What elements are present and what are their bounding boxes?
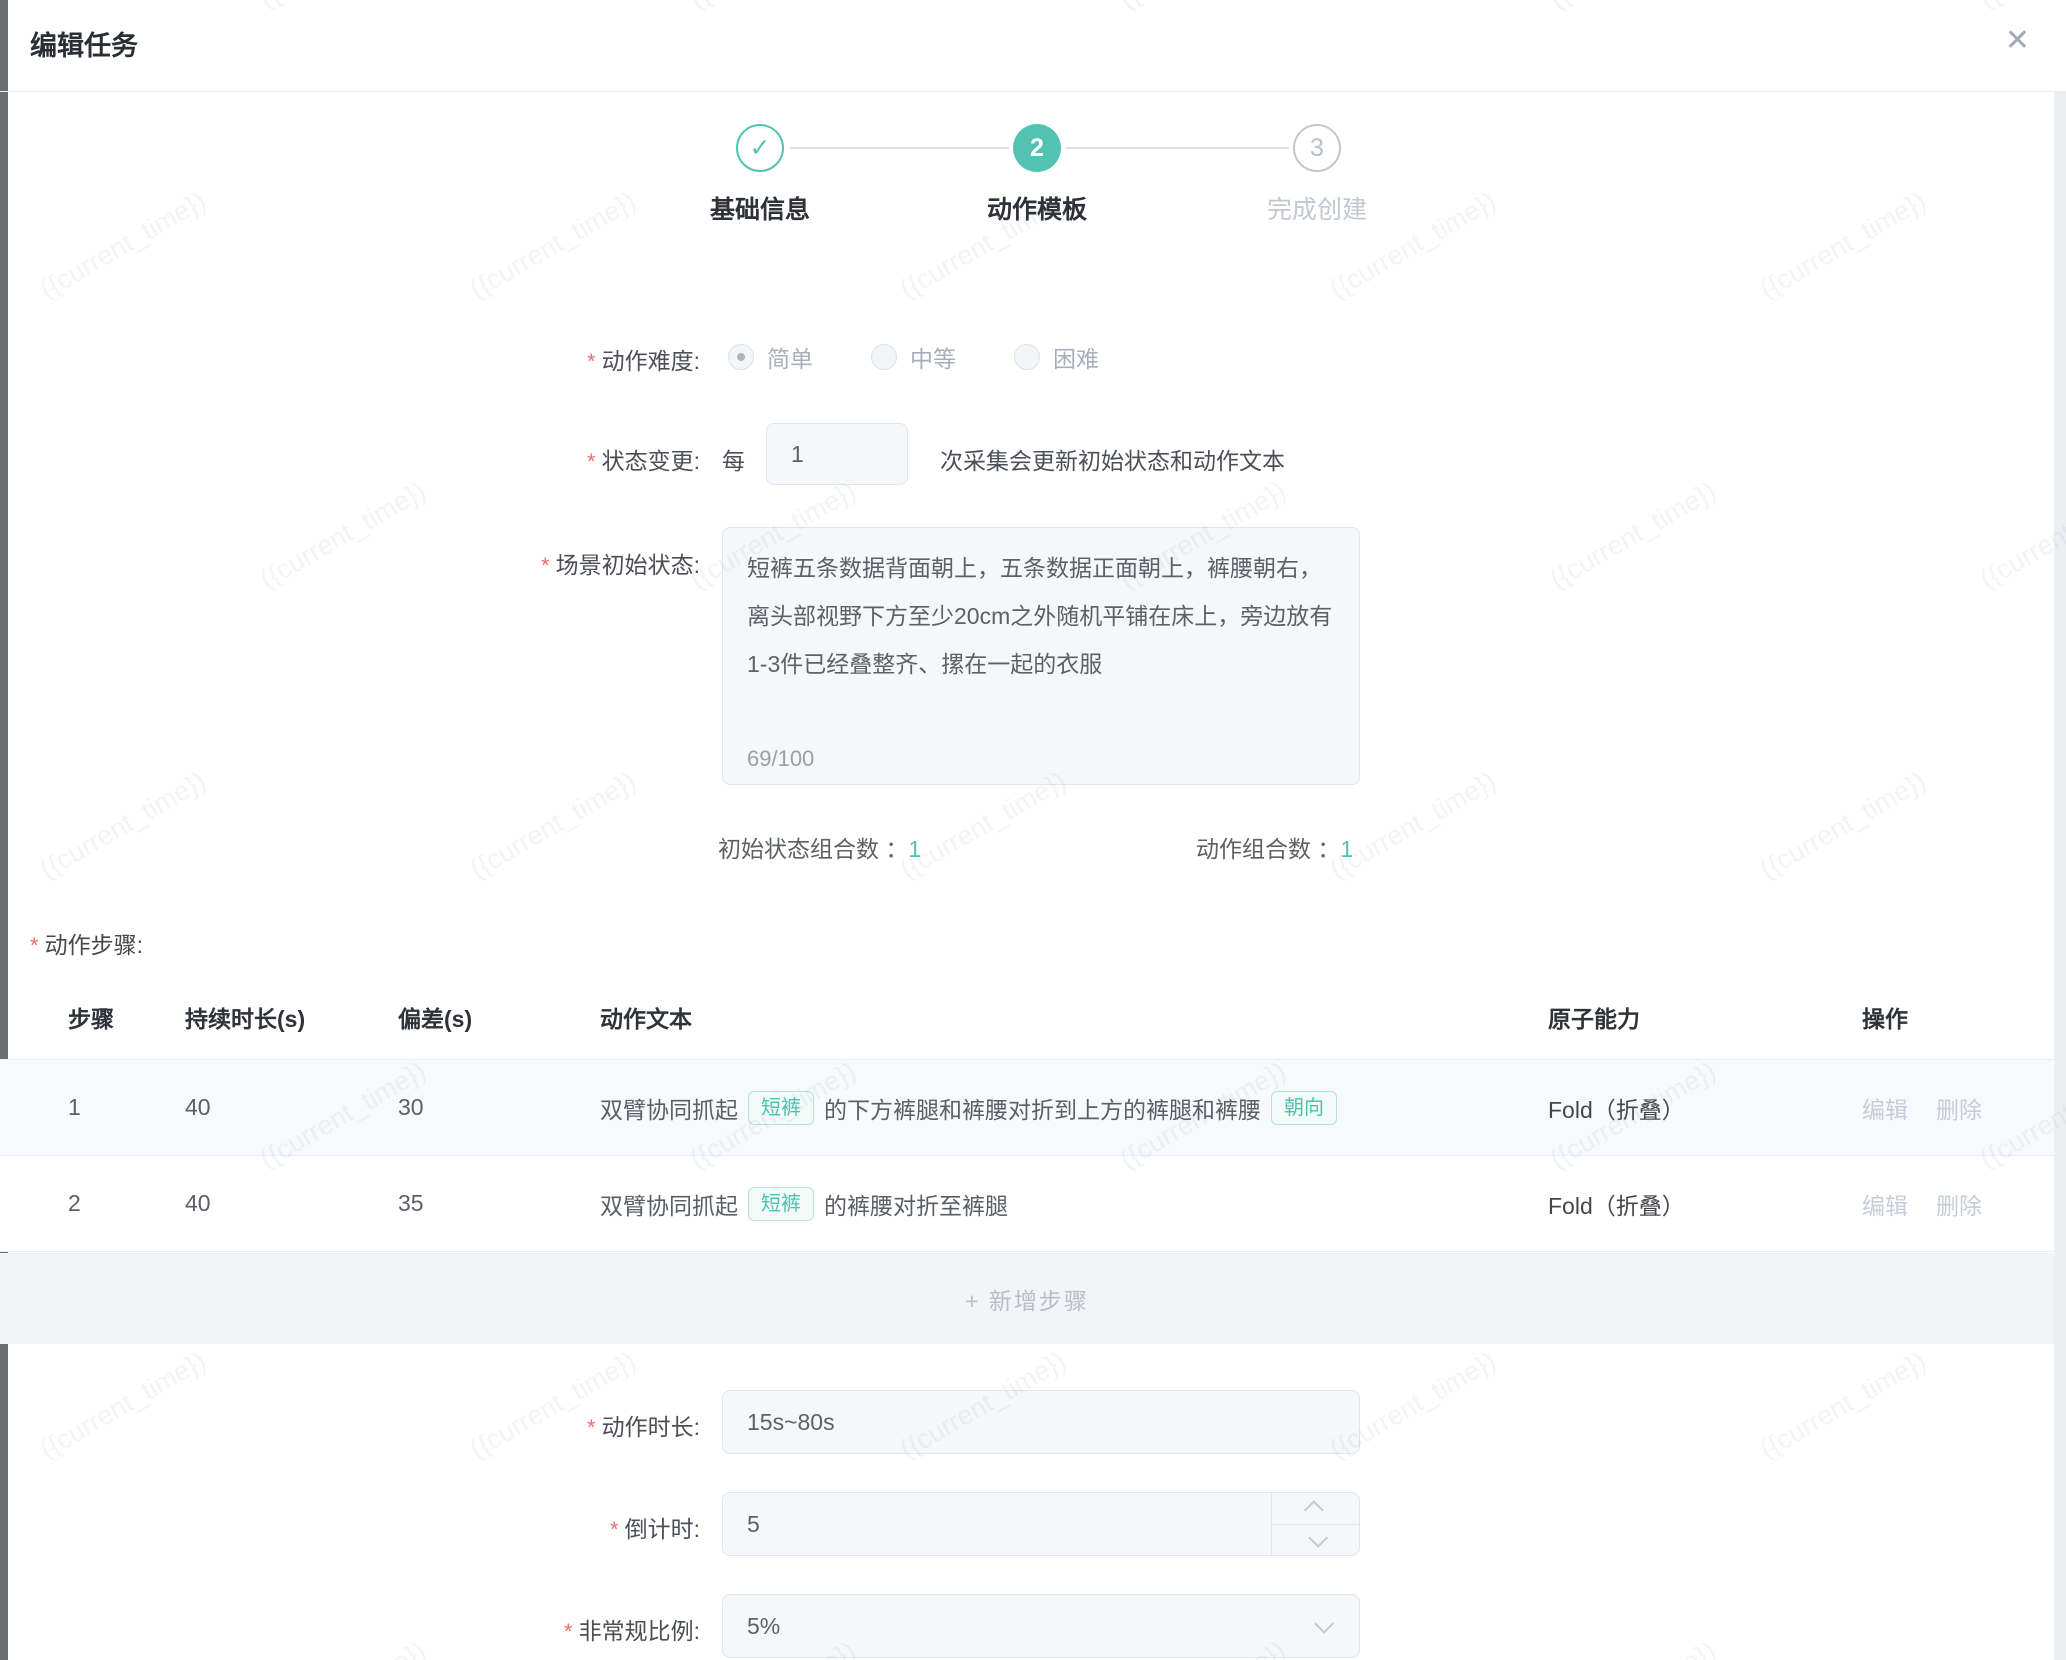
page-edge-strip: [0, 0, 8, 1660]
action-text-segment: 的裤腰对折至裤腿: [824, 1187, 1008, 1221]
edit-link[interactable]: 编辑: [1862, 1187, 1908, 1221]
stepper-up-button[interactable]: [1272, 1493, 1359, 1525]
required-marker: *: [587, 1415, 596, 1440]
stepper-down-button[interactable]: [1272, 1525, 1359, 1556]
unusual-ratio-select[interactable]: 5%: [722, 1594, 1360, 1658]
initial-state-label: *场景初始状态:: [40, 546, 700, 580]
delete-link[interactable]: 删除: [1936, 1091, 1982, 1125]
edit-task-dialog: ({current_time})({current_time})({curren…: [0, 0, 2066, 1660]
tab-step-finish: 完成创建: [1197, 190, 1437, 226]
page-title: 编辑任务: [30, 24, 138, 63]
state-change-label: *状态变更:: [40, 442, 700, 476]
step-connector: [1066, 147, 1289, 149]
required-marker: *: [541, 553, 550, 578]
add-step-row: + 新增步骤: [0, 1253, 2054, 1344]
step-2-badge: 2: [1013, 124, 1061, 172]
step-connector: [790, 147, 1009, 149]
scrollbar-track[interactable]: [2054, 92, 2066, 1660]
radio-label: 中等: [910, 340, 956, 374]
initial-combo-value: 1: [908, 836, 921, 862]
state-change-prefix: 每: [722, 442, 745, 476]
countdown-value: 5: [747, 1511, 760, 1538]
radio-label: 困难: [1053, 340, 1099, 374]
col-header-operations: 操作: [1862, 975, 1908, 1059]
radio-option-hard[interactable]: 困难: [1014, 340, 1099, 374]
tab-step-action-template[interactable]: 动作模板: [917, 190, 1157, 226]
cell-duration: 40: [185, 1060, 211, 1155]
tab-step-basic-info[interactable]: 基础信息: [640, 190, 880, 226]
cell-atomic-ability: Fold（折叠）: [1548, 1060, 1685, 1155]
action-tag: 短裤: [748, 1187, 814, 1221]
step-number: 2: [1030, 134, 1044, 163]
chevron-down-icon: [1314, 1614, 1334, 1634]
cell-atomic-ability: Fold（折叠）: [1548, 1156, 1685, 1251]
number-stepper: [1271, 1493, 1359, 1555]
required-marker: *: [564, 1619, 573, 1644]
action-text-segment: 双臂协同抓起: [600, 1091, 738, 1125]
delete-link[interactable]: 删除: [1936, 1187, 1982, 1221]
cell-step: 1: [68, 1060, 81, 1155]
cell-step: 2: [68, 1156, 81, 1251]
close-icon[interactable]: ✕: [2005, 26, 2030, 56]
col-header-step: 步骤: [68, 975, 114, 1059]
state-change-input[interactable]: 1: [766, 423, 908, 485]
radio-option-medium[interactable]: 中等: [871, 340, 956, 374]
char-counter: 69/100: [747, 746, 814, 772]
table-row: 1 40 30 双臂协同抓起 短裤 的下方裤腿和裤腰对折到上方的裤腿和裤腰 朝向…: [0, 1060, 2054, 1156]
chevron-up-icon: [1303, 1500, 1323, 1520]
state-change-value: 1: [791, 441, 804, 468]
action-text-segment: 双臂协同抓起: [600, 1187, 738, 1221]
difficulty-label: *动作难度:: [40, 342, 700, 376]
action-combo-value: 1: [1340, 836, 1353, 862]
required-marker: *: [30, 933, 39, 958]
col-header-ability: 原子能力: [1548, 975, 1640, 1059]
action-tag: 短裤: [748, 1091, 814, 1125]
cell-deviation: 30: [398, 1060, 424, 1155]
action-steps-label: *动作步骤:: [30, 926, 143, 960]
unusual-ratio-label: *非常规比例:: [40, 1612, 700, 1646]
step-1-check-icon: ✓: [736, 124, 784, 172]
col-header-deviation: 偏差(s): [398, 975, 472, 1059]
required-marker: *: [587, 449, 596, 474]
cell-action-text: 双臂协同抓起 短裤 的下方裤腿和裤腰对折到上方的裤腿和裤腰 朝向: [600, 1060, 1337, 1155]
radio-label: 简单: [767, 340, 813, 374]
action-combo-count: 动作组合数 ：1: [1196, 830, 1353, 864]
duration-input[interactable]: 15s~80s: [722, 1390, 1360, 1454]
duration-label: *动作时长:: [40, 1408, 700, 1442]
cell-operations: 编辑 删除: [1862, 1156, 1982, 1251]
chevron-down-icon: [1308, 1528, 1328, 1548]
step-3-badge: 3: [1293, 124, 1341, 172]
countdown-input[interactable]: 5: [722, 1492, 1360, 1556]
step-number: 3: [1310, 134, 1324, 163]
cell-duration: 40: [185, 1156, 211, 1251]
radio-option-easy[interactable]: 简单: [728, 340, 813, 374]
col-header-action-text: 动作文本: [600, 975, 692, 1059]
duration-value: 15s~80s: [747, 1409, 835, 1436]
cell-deviation: 35: [398, 1156, 424, 1251]
dialog-header: 编辑任务 ✕: [0, 0, 2066, 92]
radio-selected-icon[interactable]: [728, 344, 754, 370]
initial-state-text: 短裤五条数据背面朝上，五条数据正面朝上，裤腰朝右，离头部视野下方至少20cm之外…: [747, 555, 1332, 677]
action-text-segment: 的下方裤腿和裤腰对折到上方的裤腿和裤腰: [824, 1091, 1261, 1125]
radio-icon[interactable]: [1014, 344, 1040, 370]
initial-combo-count: 初始状态组合数 ：1: [718, 830, 921, 864]
cell-operations: 编辑 删除: [1862, 1060, 1982, 1155]
initial-state-textarea[interactable]: 短裤五条数据背面朝上，五条数据正面朝上，裤腰朝右，离头部视野下方至少20cm之外…: [722, 527, 1360, 785]
countdown-label: *倒计时:: [40, 1510, 700, 1544]
required-marker: *: [587, 349, 596, 374]
radio-icon[interactable]: [871, 344, 897, 370]
cell-action-text: 双臂协同抓起 短裤 的裤腰对折至裤腿: [600, 1156, 1008, 1251]
difficulty-radio-group: 简单 中等 困难: [728, 340, 1099, 374]
table-header-row: 步骤 持续时长(s) 偏差(s) 动作文本 原子能力 操作: [0, 975, 2054, 1060]
state-change-suffix: 次采集会更新初始状态和动作文本: [940, 442, 1285, 476]
col-header-duration: 持续时长(s): [185, 975, 305, 1059]
edit-link[interactable]: 编辑: [1862, 1091, 1908, 1125]
check-icon: ✓: [750, 133, 771, 163]
unusual-ratio-value: 5%: [747, 1613, 780, 1640]
add-step-button[interactable]: + 新增步骤: [965, 1282, 1089, 1316]
table-row: 2 40 35 双臂协同抓起 短裤 的裤腰对折至裤腿 Fold（折叠） 编辑 删…: [0, 1156, 2054, 1252]
action-tag: 朝向: [1271, 1091, 1337, 1125]
required-marker: *: [610, 1517, 619, 1542]
